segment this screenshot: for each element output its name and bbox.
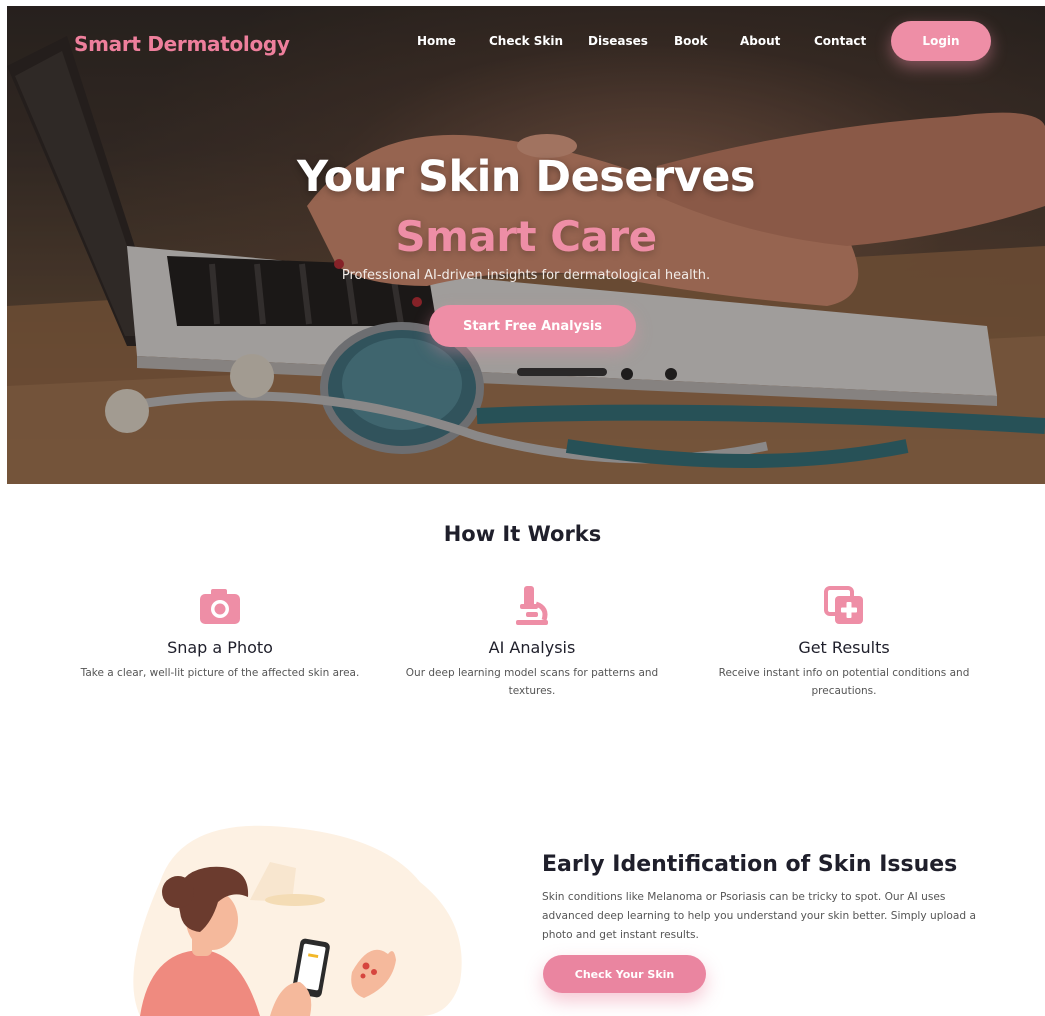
hero-section: Smart Dermatology Home Check Skin Diseas… [7, 6, 1045, 484]
start-free-analysis-button[interactable]: Start Free Analysis [429, 305, 636, 347]
step-ai-analysis: AI Analysis Our deep learning model scan… [382, 584, 682, 700]
medical-copy-icon [824, 586, 863, 624]
step-snap-photo: Snap a Photo Take a clear, well-lit pict… [70, 584, 370, 682]
hero-title-accent: Smart Care [395, 212, 657, 261]
hero-subtitle: Professional AI-driven insights for derm… [341, 268, 711, 283]
nav-link-book[interactable]: Book [674, 34, 708, 48]
nav-link-home[interactable]: Home [417, 34, 456, 48]
check-your-skin-button[interactable]: Check Your Skin [543, 955, 706, 993]
early-identification-title: Early Identification of Skin Issues [542, 852, 958, 877]
login-button[interactable]: Login [891, 21, 991, 61]
skin-check-illustration [133, 825, 462, 1016]
nav-link-check-skin[interactable]: Check Skin [489, 34, 563, 48]
step-title: AI Analysis [488, 638, 576, 657]
nav-link-about[interactable]: About [740, 34, 780, 48]
how-it-works-title: How It Works [443, 522, 602, 546]
camera-icon [200, 589, 240, 624]
step-description: Receive instant info on potential condit… [718, 667, 970, 697]
top-navigation: Smart Dermatology Home Check Skin Diseas… [7, 6, 1045, 78]
early-identification-description: Skin conditions like Melanoma or Psorias… [542, 891, 976, 941]
step-description: Take a clear, well-lit picture of the af… [80, 667, 360, 679]
nav-links: Home Check Skin Diseases Book About Cont… [7, 34, 1045, 54]
nav-link-contact[interactable]: Contact [814, 34, 866, 48]
step-get-results: Get Results Receive instant info on pote… [694, 584, 994, 700]
hero-title: Your Skin Deserves [296, 152, 756, 202]
step-title: Get Results [798, 638, 890, 657]
microscope-icon [516, 586, 548, 625]
step-title: Snap a Photo [167, 638, 273, 657]
step-description: Our deep learning model scans for patter… [405, 667, 659, 697]
nav-link-diseases[interactable]: Diseases [588, 34, 648, 48]
